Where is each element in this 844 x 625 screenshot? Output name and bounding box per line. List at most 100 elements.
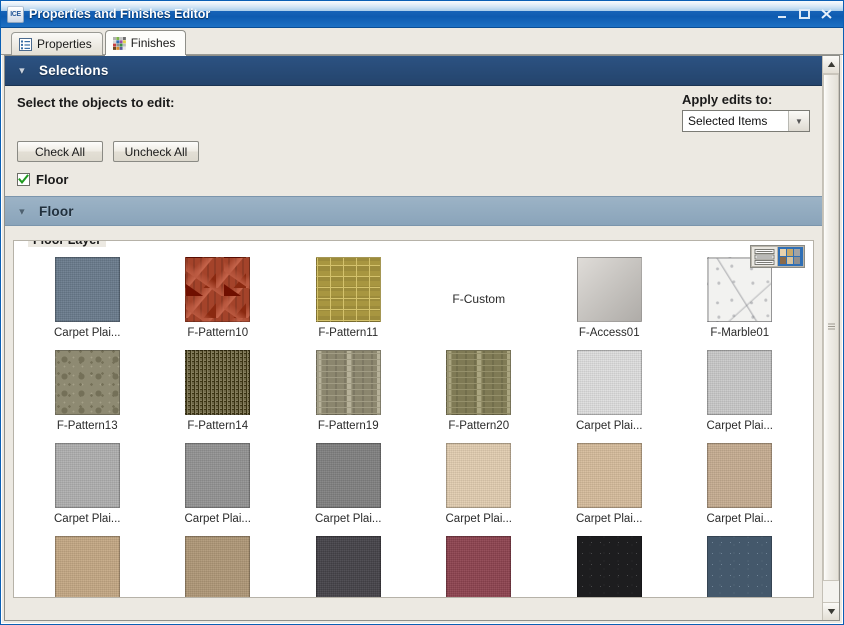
swatch-cell[interactable]: Carpet Plai...: [544, 439, 675, 532]
swatch-thumbnail[interactable]: [576, 443, 642, 508]
floor-body: Floor Layer Carpet Plai... F-Pattern10 F…: [5, 226, 822, 598]
swatch-cell[interactable]: F-Custom: [414, 253, 545, 346]
swatch-cell[interactable]: F-Pattern19: [283, 346, 414, 439]
swatch-thumbnail[interactable]: [707, 350, 773, 415]
checkbox-checked-icon[interactable]: [17, 173, 30, 186]
swatch-thumbnail[interactable]: [54, 257, 120, 322]
window-controls: [773, 6, 843, 22]
swatch-cell[interactable]: [22, 532, 153, 597]
swatch-thumbnail[interactable]: [315, 350, 381, 415]
tab-finishes[interactable]: Finishes: [104, 30, 187, 55]
swatch-cell[interactable]: Carpet Plai...: [153, 439, 284, 532]
swatch-cell[interactable]: F-Pattern11: [283, 253, 414, 346]
thumbnail-view-toggle[interactable]: [778, 247, 803, 266]
app-icon: ICE: [7, 5, 24, 23]
section-header-floor-label: Floor: [39, 203, 74, 219]
swatch-thumbnail[interactable]: [446, 350, 512, 415]
minimize-icon[interactable]: [773, 6, 791, 22]
swatch-caption: F-Pattern13: [56, 420, 118, 432]
tab-finishes-label: Finishes: [130, 36, 176, 50]
swatch-thumbnail[interactable]: [576, 536, 642, 597]
apply-edits-dropdown[interactable]: Selected Items ▼: [682, 110, 810, 132]
apply-edits-value: Selected Items: [688, 114, 768, 128]
swatch-thumbnail[interactable]: [185, 350, 251, 415]
swatch-cell[interactable]: Carpet Plai...: [283, 439, 414, 532]
chevron-down-icon: ▾: [19, 205, 25, 218]
list-view-toggle[interactable]: [752, 247, 777, 266]
swatch-caption: Carpet Plai...: [54, 513, 121, 525]
swatch-cell[interactable]: Carpet Plai...: [675, 346, 806, 439]
swatch-cell[interactable]: F-Pattern10: [153, 253, 284, 346]
swatch-thumbnail[interactable]: [315, 443, 381, 508]
window-title: Properties and Finishes Editor: [29, 7, 211, 21]
swatch-caption: F-Pattern19: [317, 420, 379, 432]
swatch-thumbnail[interactable]: [54, 350, 120, 415]
swatch-cell[interactable]: Carpet Plai...: [414, 439, 545, 532]
apply-edits-label: Apply edits to:: [682, 92, 773, 107]
swatch-thumbnail[interactable]: [576, 257, 642, 322]
swatch-thumbnail[interactable]: [185, 536, 251, 597]
section-header-floor[interactable]: ▾ Floor: [5, 196, 822, 226]
swatch-cell[interactable]: Carpet Plai...: [544, 346, 675, 439]
swatch-thumbnail[interactable]: [446, 536, 512, 597]
check-all-button[interactable]: Check All: [17, 141, 103, 162]
swatch-thumbnail[interactable]: [54, 443, 120, 508]
swatch-thumbnail[interactable]: [185, 443, 251, 508]
swatch-cell[interactable]: Carpet Plai...: [22, 253, 153, 346]
swatch-caption: Carpet Plai...: [576, 513, 643, 525]
swatch-cell[interactable]: [414, 532, 545, 597]
swatch-caption: F-Pattern11: [318, 327, 379, 339]
swatch-caption: Carpet Plai...: [54, 327, 121, 339]
swatch-cell[interactable]: [675, 532, 806, 597]
swatch-cell[interactable]: [153, 532, 284, 597]
scroll-down-button[interactable]: [823, 602, 839, 620]
tab-properties-label: Properties: [37, 37, 92, 51]
color-grid-icon: [112, 36, 126, 50]
swatch-cell[interactable]: [544, 532, 675, 597]
swatch-thumbnail[interactable]: [446, 443, 512, 508]
object-checkbox-floor[interactable]: Floor: [17, 172, 810, 187]
uncheck-all-button[interactable]: Uncheck All: [113, 141, 199, 162]
tab-strip: Properties Finishes: [1, 28, 843, 55]
swatch-thumbnail[interactable]: [315, 257, 381, 322]
swatch-caption: Carpet Plai...: [184, 513, 251, 525]
swatch-cell[interactable]: F-Pattern20: [414, 346, 545, 439]
tab-properties[interactable]: Properties: [11, 32, 103, 55]
chevron-down-icon[interactable]: ▼: [788, 111, 809, 131]
scrollbar-thumb[interactable]: [823, 74, 839, 581]
scrollbar-grip-icon: [827, 323, 835, 330]
swatch-cell[interactable]: F-Pattern13: [22, 346, 153, 439]
swatch-thumbnail[interactable]: [576, 350, 642, 415]
chevron-down-icon: ▾: [19, 65, 25, 77]
selection-buttons: Check All Uncheck All: [17, 141, 810, 162]
swatch-thumbnail[interactable]: [54, 536, 120, 597]
swatch-thumbnail[interactable]: [707, 443, 773, 508]
vertical-scrollbar[interactable]: [822, 56, 839, 620]
swatch-caption: Carpet Plai...: [445, 513, 512, 525]
selections-body: Select the objects to edit: Apply edits …: [5, 86, 822, 196]
swatch-caption: Carpet Plai...: [315, 513, 382, 525]
apply-edits-block: Apply edits to: Selected Items ▼: [682, 92, 810, 132]
swatch-caption: F-Pattern20: [448, 420, 510, 432]
object-checkbox-floor-label: Floor: [36, 172, 69, 187]
swatch-cell[interactable]: Carpet Plai...: [675, 439, 806, 532]
close-icon[interactable]: [817, 6, 835, 22]
scroll-up-button[interactable]: [823, 56, 839, 74]
swatch-cell[interactable]: [283, 532, 414, 597]
swatch-cell[interactable]: F-Pattern14: [153, 346, 284, 439]
section-header-selections[interactable]: ▾ Selections: [5, 56, 822, 86]
floor-layer-groupbox: Floor Layer Carpet Plai... F-Pattern10 F…: [13, 240, 814, 598]
swatch-caption: Carpet Plai...: [706, 420, 773, 432]
swatch-thumbnail[interactable]: [185, 257, 251, 322]
swatch-grid: Carpet Plai... F-Pattern10 F-Pattern11 F-Cu…: [20, 253, 807, 597]
select-objects-prompt: Select the objects to edit:: [17, 95, 175, 110]
swatch-cell[interactable]: F-Access01: [544, 253, 675, 346]
swatch-thumbnail[interactable]: [315, 536, 381, 597]
title-bar[interactable]: ICE Properties and Finishes Editor: [1, 1, 843, 28]
selections-top-row: Select the objects to edit: Apply edits …: [17, 92, 810, 132]
swatch-cell[interactable]: Carpet Plai...: [22, 439, 153, 532]
swatch-thumbnail[interactable]: [707, 536, 773, 597]
swatch-caption: Carpet Plai...: [576, 420, 643, 432]
maximize-icon[interactable]: [795, 6, 813, 22]
scrollbar-track[interactable]: [823, 74, 839, 602]
